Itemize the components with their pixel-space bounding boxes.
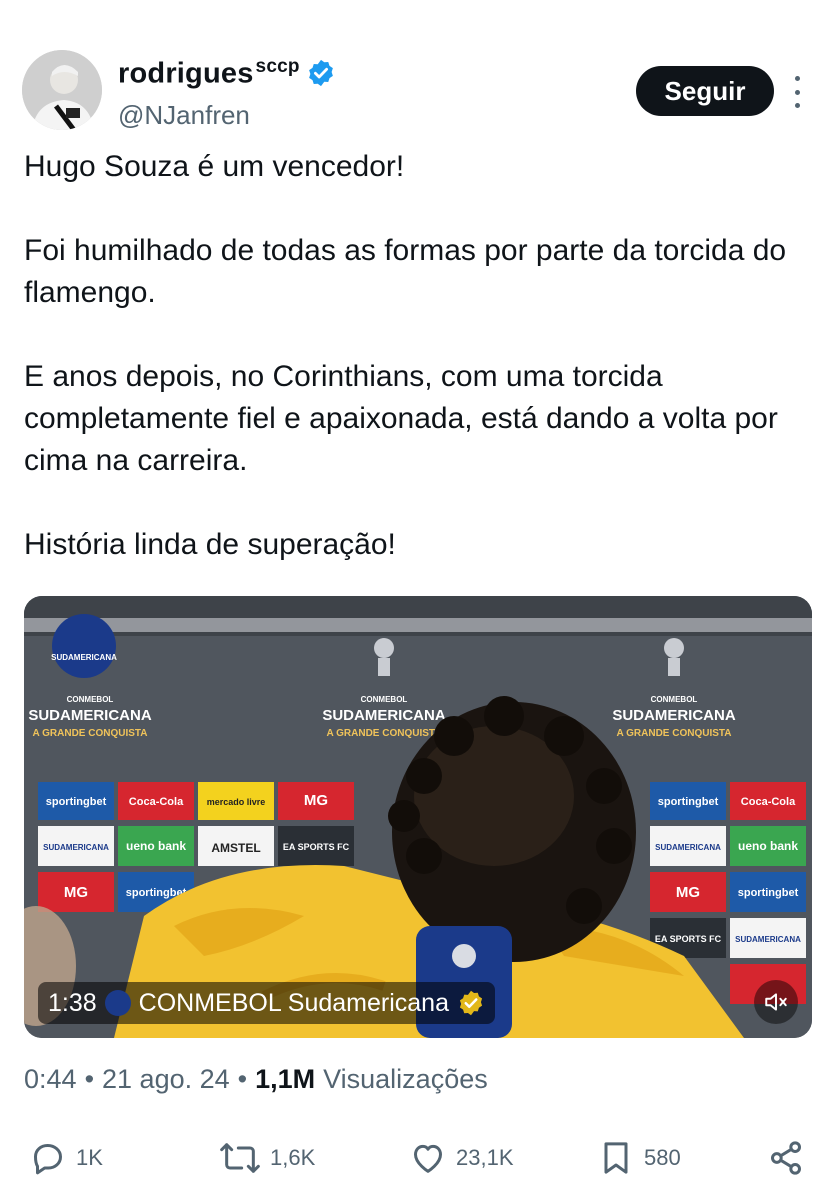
video-frame: SUDAMERICANA CONMEBOL SUDAMERICANA A GRA… [24,596,812,1038]
board-sudamericana: SUDAMERICANA [43,843,109,852]
more-options-icon[interactable] [790,76,804,108]
backdrop-conmebol: CONMEBOL [651,695,698,704]
tweet-paragraph: E anos depois, no Corinthians, com uma t… [24,360,778,477]
author-display-name[interactable]: rodrigues sccp [118,56,300,91]
author-avatar[interactable] [22,50,102,130]
board-cocacola: Coca-Cola [129,796,184,808]
board-amstel: AMSTEL [211,841,260,855]
like-count: 23,1K [456,1145,514,1170]
mute-button[interactable] [754,980,798,1024]
backdrop-grande: A GRANDE CONQUISTA [327,728,442,739]
tweet-meta: 0:44 • 21 ago. 24 • 1,1M Visualizações [24,1064,488,1095]
backdrop-conmebol: CONMEBOL [67,695,114,704]
avatar-photo [22,50,102,130]
video-duration: 1:38 [48,988,97,1017]
backdrop-grande: A GRANDE CONQUISTA [617,728,732,739]
tweet-paragraph: História linda de superação! [24,528,396,561]
follow-button[interactable]: Seguir [636,66,774,116]
share-icon [771,1141,801,1175]
video-info-overlay[interactable]: 1:38 CONMEBOL Sudamericana [38,982,495,1024]
bookmark-button[interactable]: 580 [596,1136,681,1180]
board-mg: MG [304,792,328,809]
board-uenobank: ueno bank [738,839,798,853]
heart-icon [414,1144,442,1173]
reply-icon [34,1144,62,1175]
board-mg: MG [676,884,700,901]
board-uenobank: ueno bank [126,839,186,853]
board-ea: EA SPORTS FC [655,934,722,944]
reply-count: 1K [76,1145,103,1170]
backdrop-conmebol: CONMEBOL [361,695,408,704]
bookmark-icon [604,1142,628,1174]
tweet-actions: 1K 1,6K 23,1K 580 [28,1136,808,1180]
views-count: 1,1M [255,1064,316,1094]
tweet-header: rodrigues sccp @NJanfren Seguir [22,50,814,134]
board-ea: EA SPORTS FC [283,842,350,852]
svg-text:SUDAMERICANA: SUDAMERICANA [51,653,117,662]
video-player[interactable]: SUDAMERICANA CONMEBOL SUDAMERICANA A GRA… [24,596,812,1038]
board-mercadolivre: mercado livre [207,797,266,807]
board-sudamericana: SUDAMERICANA [655,843,721,852]
speaker-muted-icon [765,993,787,1011]
tweet-time[interactable]: 0:44 [24,1064,77,1095]
channel-verified-icon [459,990,483,1016]
tweet-date[interactable]: 21 ago. 24 [102,1064,230,1095]
meta-separator: • [84,1064,95,1094]
verified-badge-icon [308,60,333,87]
like-button[interactable]: 23,1K [408,1136,514,1180]
tweet-paragraph: Foi humilhado de todas as formas por par… [24,234,787,309]
tweet-paragraph: Hugo Souza é um vencedor! [24,150,405,183]
bookmark-count: 580 [644,1145,681,1170]
channel-avatar-icon [104,990,131,1016]
meta-separator: • [237,1064,248,1094]
backdrop-sudamericana: SUDAMERICANA [322,707,446,724]
board-sportingbet: sportingbet [46,796,107,808]
author-name-row: rodrigues sccp [118,56,336,91]
repost-icon [220,1143,260,1173]
board-sudamericana: SUDAMERICANA [735,935,801,944]
author-handle[interactable]: @NJanfren [118,100,250,131]
repost-count: 1,6K [270,1145,316,1170]
board-mg: MG [64,884,88,901]
backdrop-sudamericana: SUDAMERICANA [612,707,736,724]
reply-button[interactable]: 1K [28,1136,103,1180]
backdrop-sudamericana: SUDAMERICANA [28,707,152,724]
board-sportingbet: sportingbet [738,887,799,899]
tweet-text: Hugo Souza é um vencedor! Foi humilhado … [24,146,814,566]
views-label: Visualizações [323,1064,488,1094]
repost-button[interactable]: 1,6K [218,1136,315,1180]
board-cocacola: Coca-Cola [741,796,796,808]
share-button[interactable] [766,1136,806,1180]
video-channel-name: CONMEBOL Sudamericana [138,988,449,1017]
backdrop-grande: A GRANDE CONQUISTA [33,728,148,739]
author-display-suffix: sccp [255,56,300,77]
board-sportingbet: sportingbet [658,796,719,808]
